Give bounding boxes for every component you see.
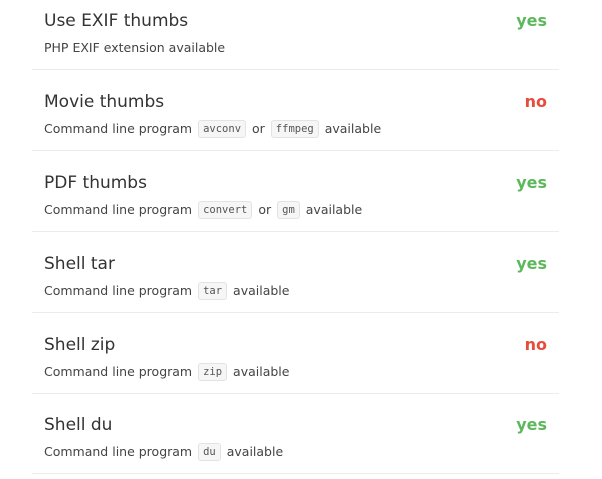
status-badge: yes — [516, 254, 547, 273]
program-name: tar — [198, 282, 228, 300]
feature-title: Shell du — [44, 415, 113, 435]
status-badge: no — [524, 92, 547, 111]
description-connector: or — [252, 121, 265, 136]
status-badge: yes — [516, 11, 547, 30]
feature-description: Command line program avconv or ffmpeg av… — [44, 119, 381, 139]
description-prefix: Command line program — [44, 121, 193, 136]
feature-description: Command line program convert or gm avail… — [44, 200, 362, 220]
feature-title: PDF thumbs — [44, 173, 147, 193]
description-suffix: available — [305, 202, 363, 217]
description-connector: or — [258, 202, 272, 217]
description-prefix: Command line program — [44, 444, 193, 459]
feature-description: Command line program du available — [44, 442, 283, 462]
description-suffix: available — [226, 444, 284, 459]
feature-title: Movie thumbs — [44, 92, 165, 112]
feature-row-shell-zip: Shell zip no Command line program zip av… — [32, 313, 559, 394]
program-name: convert — [198, 201, 253, 219]
program-name: du — [198, 443, 221, 461]
feature-description: PHP EXIF extension available — [44, 38, 225, 58]
feature-row-shell-tar: Shell tar yes Command line program tar a… — [32, 232, 559, 313]
program-name: ffmpeg — [270, 120, 319, 138]
program-name: avconv — [198, 120, 247, 138]
feature-check-list: Use EXIF thumbs yes PHP EXIF extension a… — [0, 0, 602, 479]
description-text: PHP EXIF extension available — [44, 40, 226, 55]
program-name: gm — [277, 201, 300, 219]
status-badge: yes — [516, 173, 547, 192]
feature-row-movie-thumbs: Movie thumbs no Command line program avc… — [32, 70, 559, 151]
feature-title: Use EXIF thumbs — [44, 11, 189, 31]
feature-description: Command line program tar available — [44, 281, 289, 301]
program-name: zip — [198, 363, 228, 381]
description-suffix: available — [233, 364, 290, 379]
description-prefix: Command line program — [44, 283, 193, 298]
description-prefix: Command line program — [44, 364, 193, 379]
feature-row-shell-du: Shell du yes Command line program du ava… — [32, 393, 559, 474]
feature-description: Command line program zip available — [44, 362, 289, 382]
status-badge: no — [524, 335, 547, 354]
feature-row-pdf-thumbs: PDF thumbs yes Command line program conv… — [32, 151, 559, 232]
description-suffix: available — [324, 121, 382, 136]
feature-title: Shell tar — [44, 254, 115, 274]
description-prefix: Command line program — [44, 202, 193, 217]
feature-title: Shell zip — [44, 335, 116, 355]
status-badge: yes — [516, 415, 547, 434]
description-suffix: available — [233, 283, 290, 298]
feature-row-exif-thumbs: Use EXIF thumbs yes PHP EXIF extension a… — [32, 0, 559, 70]
